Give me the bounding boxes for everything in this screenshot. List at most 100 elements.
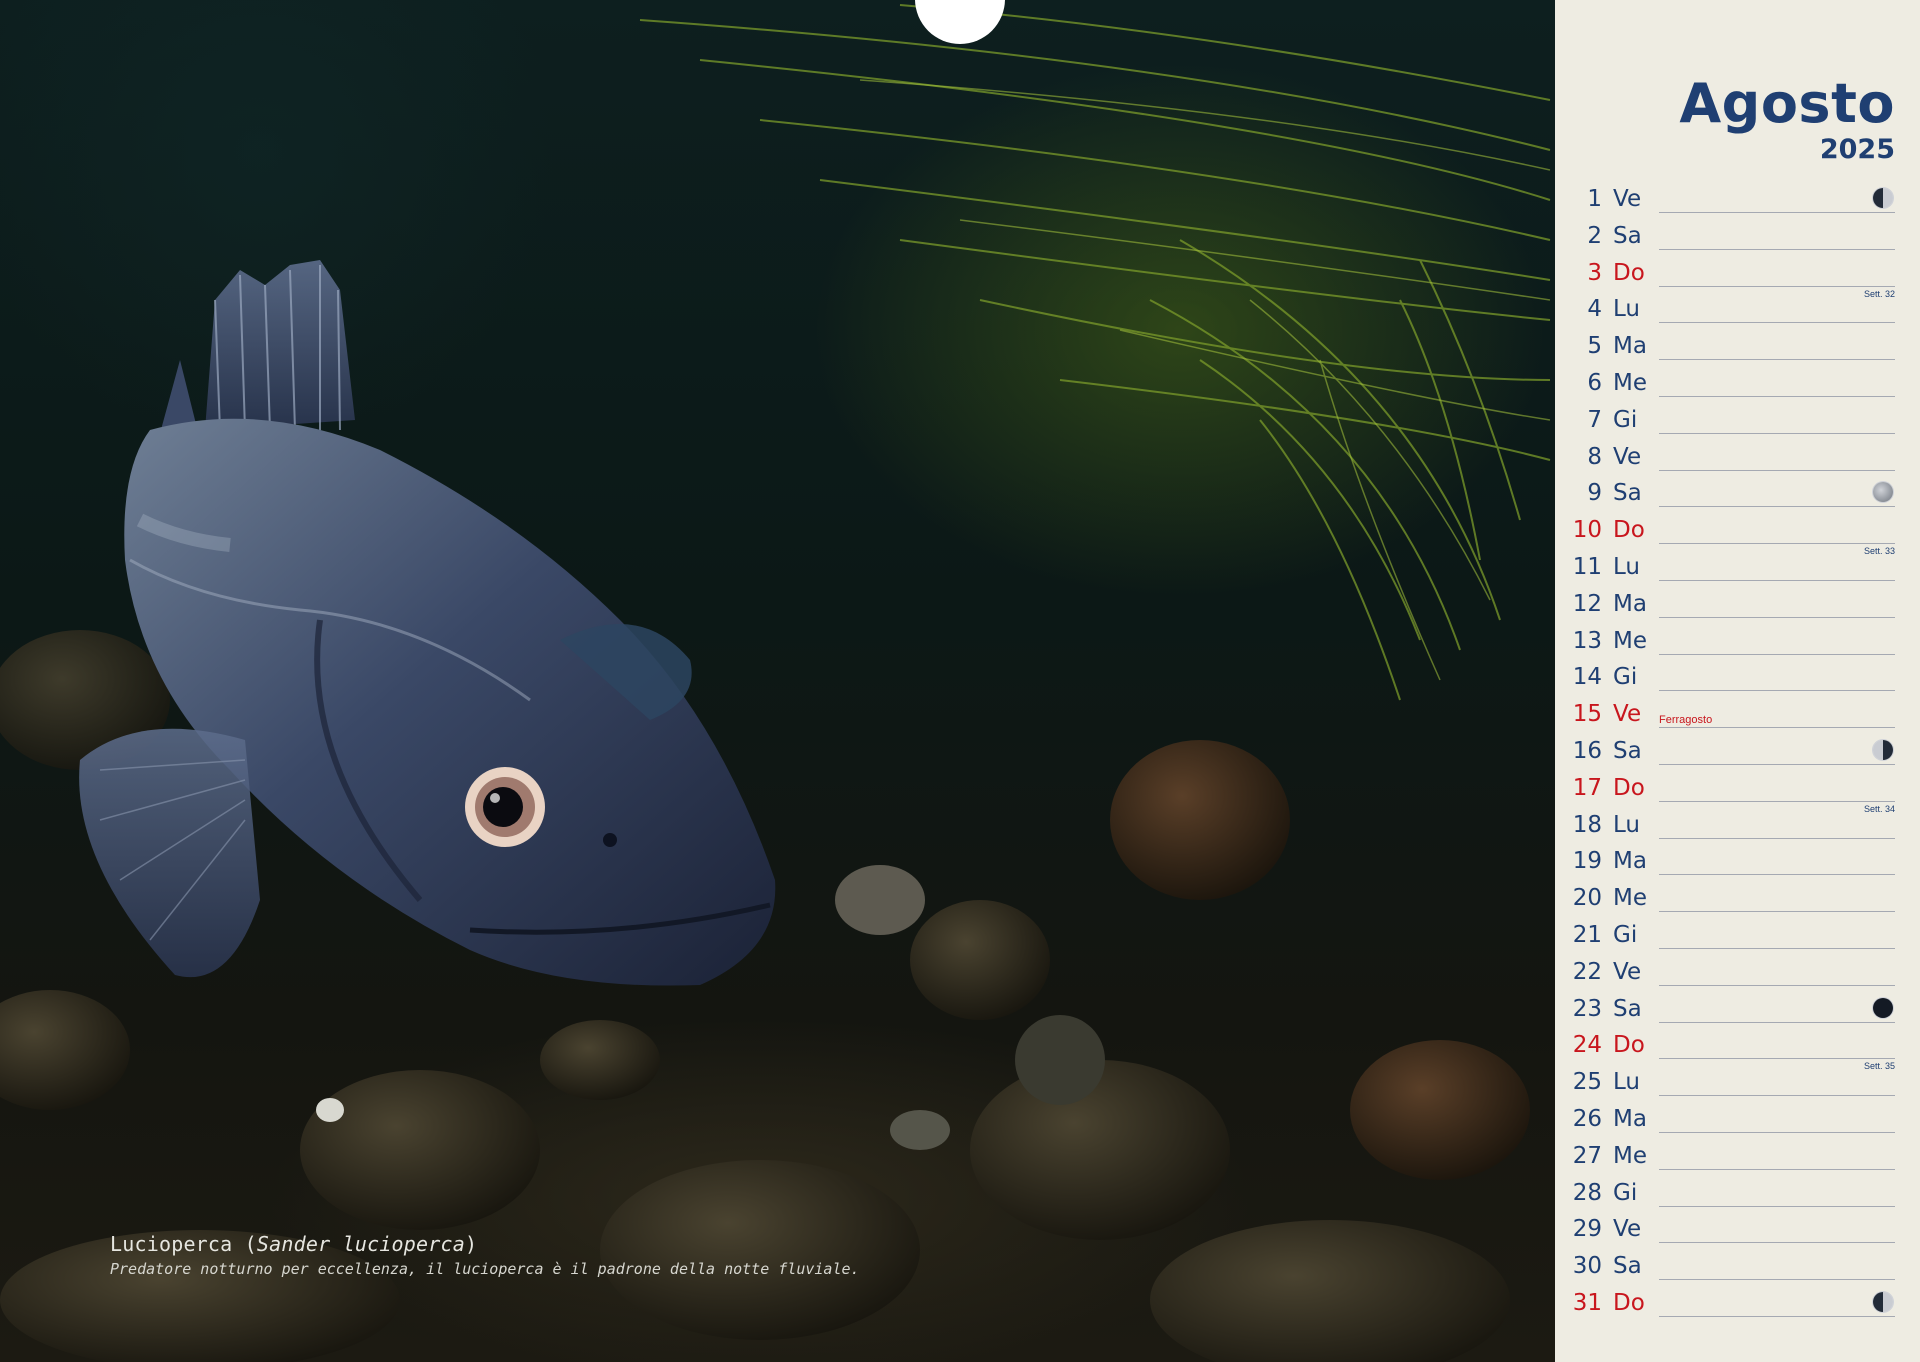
day-number: 28 bbox=[1572, 1179, 1602, 1206]
writing-line bbox=[1659, 432, 1895, 434]
day-weekday: Sa bbox=[1613, 995, 1642, 1022]
day-weekday: Sa bbox=[1613, 737, 1642, 764]
day-row: 20 Me bbox=[1555, 881, 1920, 918]
writing-line bbox=[1659, 506, 1895, 508]
day-weekday: Sa bbox=[1613, 1253, 1642, 1280]
day-row: 1 Ve bbox=[1555, 182, 1920, 219]
writing-line bbox=[1659, 248, 1895, 250]
day-weekday: Ve bbox=[1613, 958, 1642, 985]
day-number: 14 bbox=[1572, 664, 1602, 691]
day-weekday: Ve bbox=[1613, 186, 1642, 212]
day-row: 24 Do Sett. 35 bbox=[1555, 1028, 1920, 1071]
day-number: 24 bbox=[1572, 1032, 1602, 1059]
day-row: 29 Ve bbox=[1555, 1212, 1920, 1249]
day-row: 8 Ve bbox=[1555, 440, 1920, 477]
day-row: 6 Me bbox=[1555, 366, 1920, 403]
day-number: 29 bbox=[1572, 1216, 1602, 1243]
writing-line bbox=[1659, 1021, 1895, 1023]
day-number: 4 bbox=[1587, 296, 1602, 323]
day-weekday: Me bbox=[1613, 627, 1647, 654]
writing-line bbox=[1659, 1131, 1895, 1133]
day-weekday: Ve bbox=[1613, 443, 1642, 470]
writing-line bbox=[1659, 837, 1895, 839]
day-row: 27 Me bbox=[1555, 1139, 1920, 1176]
day-row: 23 Sa bbox=[1555, 992, 1920, 1029]
day-weekday: Ma bbox=[1613, 333, 1647, 360]
day-weekday: Me bbox=[1613, 885, 1647, 912]
writing-line bbox=[1659, 690, 1895, 692]
writing-line bbox=[1659, 543, 1895, 545]
writing-line bbox=[1659, 1315, 1895, 1317]
day-number: 6 bbox=[1587, 369, 1602, 396]
writing-line bbox=[1659, 212, 1895, 213]
writing-line bbox=[1659, 984, 1895, 986]
photo-caption: Lucioperca (Sander lucioperca) Predatore… bbox=[110, 1232, 860, 1278]
writing-line bbox=[1659, 322, 1895, 324]
day-row: 10 Do Sett. 33 bbox=[1555, 513, 1920, 556]
day-weekday: Gi bbox=[1613, 664, 1638, 691]
caption-title: Lucioperca (Sander lucioperca) bbox=[110, 1232, 478, 1256]
day-row: 4 Lu bbox=[1555, 292, 1920, 329]
year-label: 2025 bbox=[1819, 134, 1895, 165]
day-number: 17 bbox=[1572, 774, 1602, 801]
day-row: 21 Gi bbox=[1555, 918, 1920, 955]
day-number: 30 bbox=[1572, 1253, 1602, 1280]
day-weekday: Sa bbox=[1613, 222, 1642, 249]
day-weekday: Ma bbox=[1613, 590, 1647, 617]
day-row: 9 Sa bbox=[1555, 476, 1920, 513]
day-number: 5 bbox=[1587, 333, 1602, 360]
writing-line bbox=[1659, 653, 1895, 655]
caption-description: Predatore notturno per eccellenza, il lu… bbox=[110, 1260, 860, 1278]
day-row: 16 Sa bbox=[1555, 734, 1920, 771]
day-number: 2 bbox=[1587, 222, 1602, 249]
writing-line bbox=[1659, 727, 1895, 729]
day-number: 23 bbox=[1572, 995, 1602, 1022]
day-weekday: Do bbox=[1613, 774, 1645, 801]
day-row: 19 Ma bbox=[1555, 844, 1920, 881]
day-number: 1 bbox=[1587, 186, 1602, 212]
day-row: 12 Ma bbox=[1555, 587, 1920, 624]
day-weekday: Gi bbox=[1613, 1179, 1638, 1206]
day-row: 18 Lu bbox=[1555, 808, 1920, 845]
writing-line bbox=[1659, 285, 1895, 287]
species-common-name: Lucioperca bbox=[110, 1232, 233, 1256]
day-number: 18 bbox=[1572, 811, 1602, 838]
day-row: 11 Lu bbox=[1555, 550, 1920, 587]
day-weekday: Sa bbox=[1613, 480, 1642, 507]
day-row: 28 Gi bbox=[1555, 1176, 1920, 1213]
day-number: 31 bbox=[1572, 1289, 1602, 1316]
writing-line bbox=[1659, 800, 1895, 802]
day-number: 15 bbox=[1572, 701, 1602, 728]
day-weekday: Gi bbox=[1613, 921, 1638, 948]
day-row: 7 Gi bbox=[1555, 403, 1920, 440]
writing-line bbox=[1659, 469, 1895, 471]
day-number: 3 bbox=[1587, 259, 1602, 286]
day-number: 22 bbox=[1572, 958, 1602, 985]
day-number: 27 bbox=[1572, 1142, 1602, 1169]
day-number: 16 bbox=[1572, 737, 1602, 764]
day-number: 21 bbox=[1572, 921, 1602, 948]
day-weekday: Do bbox=[1613, 517, 1645, 544]
day-number: 11 bbox=[1572, 553, 1602, 580]
zander-photo: Lucioperca (Sander lucioperca) Predatore… bbox=[0, 0, 1555, 1362]
writing-line bbox=[1659, 579, 1895, 581]
day-row: 17 Do Sett. 34 bbox=[1555, 771, 1920, 814]
day-weekday: Do bbox=[1613, 1032, 1645, 1059]
day-weekday: Lu bbox=[1613, 553, 1640, 580]
calendar-panel: Agosto 2025 1 Ve 2 Sa 3 Do Sett. 32 4 Lu 5 Ma 6 Me 7 G… bbox=[1555, 0, 1920, 1362]
day-weekday: Gi bbox=[1613, 406, 1638, 433]
day-row: 13 Me bbox=[1555, 624, 1920, 661]
day-row: 30 Sa bbox=[1555, 1249, 1920, 1286]
moon-new-icon bbox=[1873, 997, 1893, 1018]
underwater-scene-illustration bbox=[0, 4, 1551, 1362]
day-number: 7 bbox=[1587, 406, 1602, 433]
day-row: 15 Ve Ferragosto bbox=[1555, 697, 1920, 734]
day-row: 26 Ma bbox=[1555, 1102, 1920, 1139]
zander-fish bbox=[79, 260, 776, 986]
day-number: 20 bbox=[1572, 885, 1602, 912]
writing-line bbox=[1659, 874, 1895, 876]
day-row: 14 Gi bbox=[1555, 660, 1920, 697]
day-number: 25 bbox=[1572, 1069, 1602, 1096]
writing-line bbox=[1659, 359, 1895, 361]
writing-line bbox=[1659, 1168, 1895, 1170]
